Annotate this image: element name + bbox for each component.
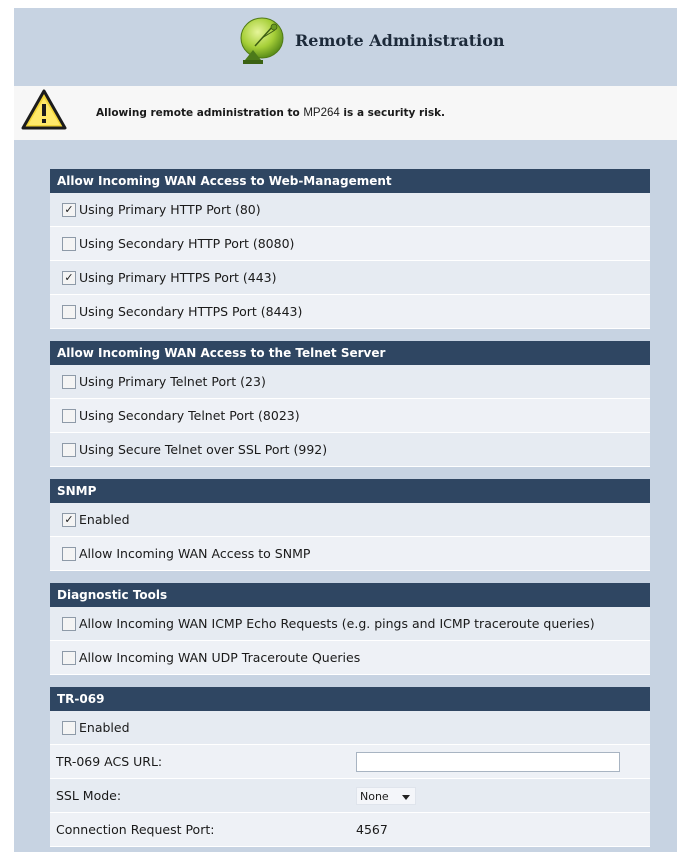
checkbox-row-secondary-http[interactable]: Using Secondary HTTP Port (8080) [50,227,650,261]
checkbox-udp-traceroute[interactable] [62,650,76,665]
checkbox-primary-telnet[interactable] [62,374,76,389]
checkbox-primary-http[interactable]: ✓ [62,202,76,217]
checkbox-row-secondary-telnet[interactable]: Using Secondary Telnet Port (8023) [50,399,650,433]
section-header-telnet: Allow Incoming WAN Access to the Telnet … [50,341,650,365]
acs-url-label: TR-069 ACS URL: [56,754,163,769]
settings-form: Allow Incoming WAN Access to Web-Managem… [50,169,650,847]
checkbox-secure-telnet[interactable] [62,442,76,457]
ssl-mode-selected-value: None [360,790,389,803]
connection-request-port-label: Connection Request Port: [56,822,215,837]
checkbox-row-tr069-enabled[interactable]: Enabled [50,711,650,745]
checkbox-row-primary-telnet[interactable]: Using Primary Telnet Port (23) [50,365,650,399]
acs-url-input[interactable] [356,752,620,772]
section-header-web-management: Allow Incoming WAN Access to Web-Managem… [50,169,650,193]
section-header-tr069: TR-069 [50,687,650,711]
checkbox-snmp-enabled[interactable]: ✓ [62,512,76,527]
ssl-mode-select[interactable]: None [356,787,416,805]
checkbox-row-icmp-echo[interactable]: Allow Incoming WAN ICMP Echo Requests (e… [50,607,650,641]
security-warning-banner: Allowing remote administration to MP264 … [14,86,677,140]
field-row-acs-url: TR-069 ACS URL: [50,745,650,779]
checkbox-snmp-wan-access[interactable] [62,546,76,561]
checkbox-tr069-enabled[interactable] [62,720,76,735]
page-title: Remote Administration [295,31,505,50]
checkbox-row-primary-https[interactable]: ✓ Using Primary HTTPS Port (443) [50,261,650,295]
checkbox-row-snmp-wan[interactable]: Allow Incoming WAN Access to SNMP [50,537,650,571]
section-header-snmp: SNMP [50,479,650,503]
ssl-mode-label: SSL Mode: [56,788,122,803]
checkbox-row-secure-telnet[interactable]: Using Secure Telnet over SSL Port (992) [50,433,650,467]
connection-request-port-value: 4567 [356,822,388,837]
chevron-down-icon [402,795,410,800]
field-row-connection-request-port: Connection Request Port: 4567 [50,813,650,847]
page-header: Remote Administration [14,8,677,80]
checkbox-row-primary-http[interactable]: ✓ Using Primary HTTP Port (80) [50,193,650,227]
checkbox-secondary-telnet[interactable] [62,408,76,423]
field-row-ssl-mode: SSL Mode: None [50,779,650,813]
checkbox-row-secondary-https[interactable]: Using Secondary HTTPS Port (8443) [50,295,650,329]
section-header-diagnostic-tools: Diagnostic Tools [50,583,650,607]
checkbox-icmp-echo[interactable] [62,616,76,631]
checkbox-row-udp-traceroute[interactable]: Allow Incoming WAN UDP Traceroute Querie… [50,641,650,675]
warning-message: Allowing remote administration to MP264 … [96,107,446,119]
checkbox-secondary-https[interactable] [62,304,76,319]
checkbox-primary-https[interactable]: ✓ [62,270,76,285]
satellite-dish-icon [240,17,284,64]
checkbox-row-snmp-enabled[interactable]: ✓ Enabled [50,503,650,537]
warning-triangle-icon [21,89,67,130]
checkbox-secondary-http[interactable] [62,236,76,251]
